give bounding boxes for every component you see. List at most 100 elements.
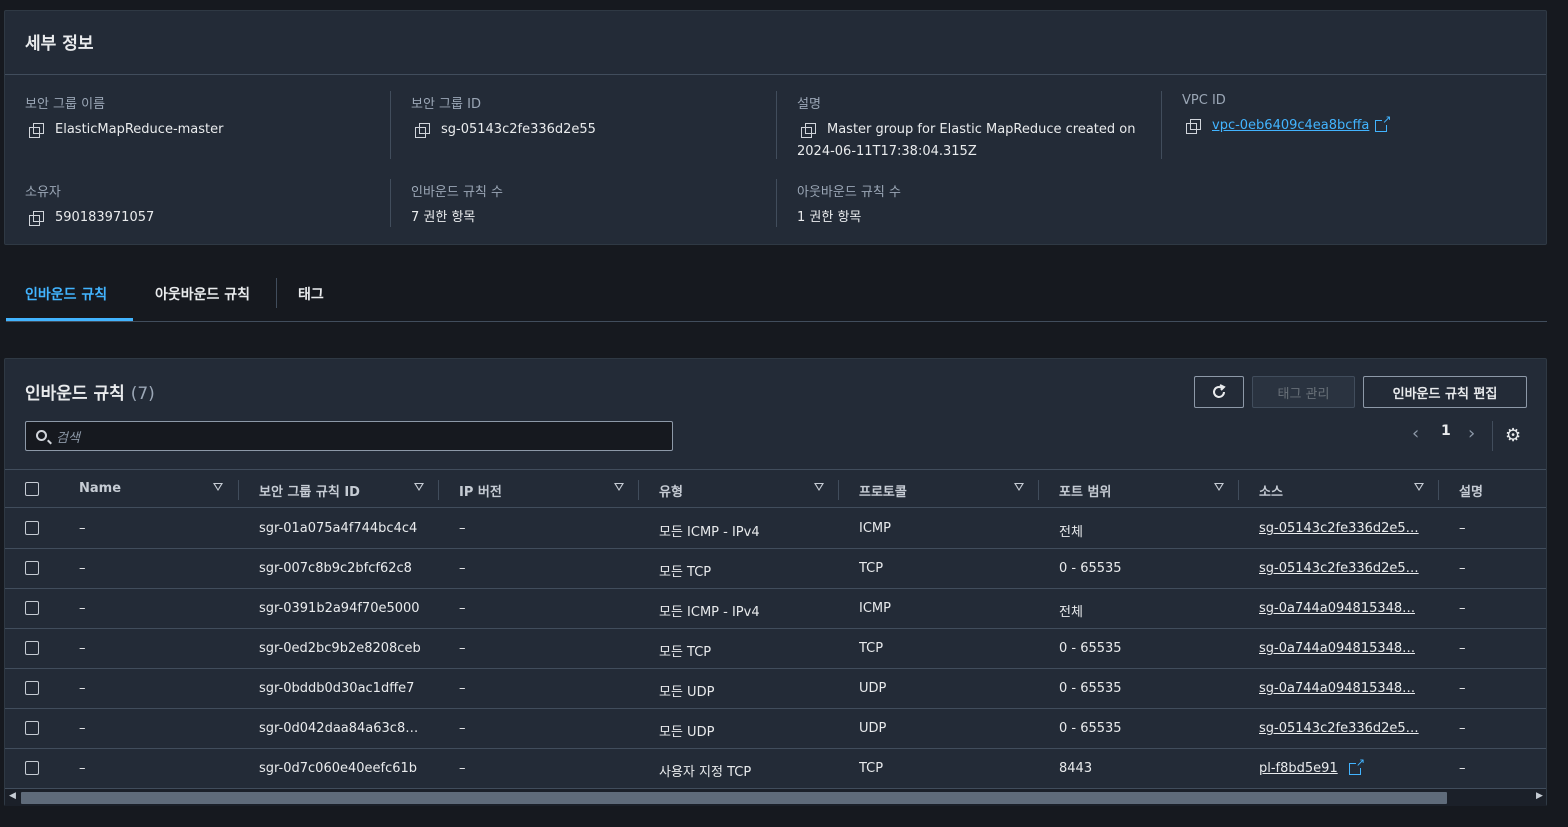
cell-id: sgr-0bddb0d30ac1dffe7 bbox=[259, 681, 415, 696]
copy-icon[interactable] bbox=[29, 123, 44, 138]
col-ip-version[interactable]: IP 버전 bbox=[459, 470, 502, 508]
sort-icon[interactable] bbox=[213, 483, 223, 491]
cell-id: sgr-0d7c060e40eefc61b bbox=[259, 761, 418, 776]
cell-protocol: TCP bbox=[859, 761, 884, 776]
vpc-link[interactable]: vpc-0eb6409c4ea8bcffa bbox=[1212, 115, 1369, 137]
cell-type: 모든 ICMP - IPv4 bbox=[659, 605, 760, 620]
cell-source[interactable]: sg-0a744a094815348… bbox=[1259, 629, 1415, 668]
sort-icon[interactable] bbox=[1214, 483, 1224, 491]
divider bbox=[390, 179, 391, 227]
col-description[interactable]: 설명 bbox=[1459, 470, 1483, 508]
col-divider bbox=[1238, 480, 1239, 500]
cell-desc: – bbox=[1459, 721, 1466, 736]
cell-name: – bbox=[79, 601, 86, 616]
row-checkbox[interactable] bbox=[25, 601, 39, 615]
col-source[interactable]: 소스 bbox=[1259, 470, 1283, 508]
pager-divider bbox=[1492, 421, 1493, 451]
detail-description: 설명 Master group for Elastic MapReduce cr… bbox=[797, 93, 1157, 163]
table-row[interactable]: – sgr-0d042daa84a63c8… – 모든 UDP UDP 0 - 65535… bbox=[5, 709, 1546, 749]
col-port-range[interactable]: 포트 범위 bbox=[1059, 470, 1111, 508]
col-divider bbox=[838, 480, 839, 500]
sort-icon[interactable] bbox=[614, 483, 624, 491]
detail-sg-name: 보안 그룹 이름 ElasticMapReduce-master bbox=[25, 93, 385, 141]
tab-outbound-rules[interactable]: 아웃바운드 규칙 bbox=[136, 270, 269, 321]
cell-id: sgr-0391b2a94f70e5000 bbox=[259, 601, 420, 616]
detail-sg-id: 보안 그룹 ID sg-05143c2fe336d2e55 bbox=[411, 93, 771, 141]
scrollbar-thumb[interactable] bbox=[21, 792, 1447, 804]
cell-ip: – bbox=[459, 681, 466, 696]
detail-label: 인바운드 규칙 수 bbox=[411, 185, 503, 200]
cell-source[interactable]: sg-0a744a094815348… bbox=[1259, 589, 1415, 628]
cell-ip: – bbox=[459, 561, 466, 576]
tab-inbound-rules[interactable]: 인바운드 규칙 bbox=[6, 270, 133, 321]
sort-icon[interactable] bbox=[814, 483, 824, 491]
row-checkbox[interactable] bbox=[25, 681, 39, 695]
cell-desc: – bbox=[1459, 561, 1466, 576]
cell-name: – bbox=[79, 681, 86, 696]
col-divider bbox=[1038, 480, 1039, 500]
table-row[interactable]: – sgr-007c8b9c2bfcf62c8 – 모든 TCP TCP 0 - 6553… bbox=[5, 549, 1546, 589]
select-all-checkbox[interactable] bbox=[25, 482, 39, 496]
search-input[interactable]: 검색 bbox=[25, 421, 673, 451]
external-link-icon bbox=[1349, 757, 1365, 775]
sort-icon[interactable] bbox=[1414, 483, 1424, 491]
scroll-right-arrow[interactable]: ▶ bbox=[1536, 791, 1543, 801]
tab-tags[interactable]: 태그 bbox=[279, 270, 343, 321]
divider bbox=[390, 91, 391, 159]
table-row[interactable]: – sgr-0bddb0d30ac1dffe7 – 모든 UDP UDP 0 - 6553… bbox=[5, 669, 1546, 709]
table-row[interactable]: – sgr-0d7c060e40eefc61b – 사용자 지정 TCP TCP 8443… bbox=[5, 749, 1546, 789]
copy-icon[interactable] bbox=[29, 211, 44, 226]
horizontal-scrollbar[interactable]: ◀ ▶ bbox=[5, 789, 1546, 806]
cell-desc: – bbox=[1459, 681, 1466, 696]
col-divider bbox=[1438, 480, 1439, 500]
divider bbox=[776, 179, 777, 227]
cell-source[interactable]: sg-05143c2fe336d2e5… bbox=[1259, 549, 1419, 588]
cell-protocol: TCP bbox=[859, 641, 884, 656]
cell-type: 모든 TCP bbox=[659, 645, 712, 660]
detail-value: 590183971057 bbox=[55, 210, 155, 225]
table-row[interactable]: – sgr-0ed2bc9b2e8208ceb – 모든 TCP TCP 0 - 6553… bbox=[5, 629, 1546, 669]
copy-icon[interactable] bbox=[1186, 119, 1201, 134]
cell-port: 전체 bbox=[1059, 605, 1083, 620]
table-row[interactable]: – sgr-0391b2a94f70e5000 – 모든 ICMP - IPv4 ICM… bbox=[5, 589, 1546, 629]
scroll-left-arrow[interactable]: ◀ bbox=[9, 791, 16, 801]
manage-tags-button[interactable]: 태그 관리 bbox=[1252, 376, 1355, 408]
cell-source[interactable]: sg-0a744a094815348… bbox=[1259, 669, 1415, 708]
cell-type: 모든 UDP bbox=[659, 725, 715, 740]
sort-icon[interactable] bbox=[1014, 483, 1024, 491]
col-rule-id[interactable]: 보안 그룹 규칙 ID bbox=[259, 470, 360, 508]
cell-type: 모든 ICMP - IPv4 bbox=[659, 525, 760, 540]
detail-value: sg-05143c2fe336d2e55 bbox=[441, 122, 596, 137]
row-checkbox[interactable] bbox=[25, 641, 39, 655]
chevron-right-icon[interactable]: › bbox=[1468, 423, 1475, 444]
cell-id: sgr-0d042daa84a63c8… bbox=[259, 721, 419, 736]
row-checkbox[interactable] bbox=[25, 561, 39, 575]
col-name[interactable]: Name bbox=[79, 470, 121, 508]
cell-port: 0 - 65535 bbox=[1059, 561, 1122, 576]
col-divider bbox=[438, 480, 439, 500]
cell-desc: – bbox=[1459, 761, 1466, 776]
row-checkbox[interactable] bbox=[25, 521, 39, 535]
copy-icon[interactable] bbox=[415, 123, 430, 138]
cell-protocol: UDP bbox=[859, 721, 887, 736]
row-checkbox[interactable] bbox=[25, 721, 39, 735]
sort-icon[interactable] bbox=[414, 483, 424, 491]
row-checkbox[interactable] bbox=[25, 761, 39, 775]
refresh-button[interactable] bbox=[1194, 376, 1244, 408]
cell-source[interactable]: sg-05143c2fe336d2e5… bbox=[1259, 709, 1419, 748]
gear-icon[interactable]: ⚙ bbox=[1505, 425, 1521, 446]
page-number[interactable]: 1 bbox=[1441, 423, 1451, 439]
col-protocol[interactable]: 프로토콜 bbox=[859, 470, 907, 508]
cell-port: 0 - 65535 bbox=[1059, 681, 1122, 696]
copy-icon[interactable] bbox=[801, 123, 816, 138]
cell-source[interactable]: sg-05143c2fe336d2e5… bbox=[1259, 509, 1419, 548]
col-divider bbox=[638, 480, 639, 500]
col-type[interactable]: 유형 bbox=[659, 470, 683, 508]
cell-id: sgr-01a075a4f744bc4c4 bbox=[259, 521, 418, 536]
detail-vpc-id: VPC ID vpc-0eb6409c4ea8bcffa bbox=[1182, 93, 1522, 137]
chevron-left-icon[interactable]: ‹ bbox=[1412, 423, 1419, 444]
cell-name: – bbox=[79, 641, 86, 656]
table-row[interactable]: – sgr-01a075a4f744bc4c4 – 모든 ICMP - IPv4 ICM… bbox=[5, 509, 1546, 549]
cell-source[interactable]: pl-f8bd5e91 bbox=[1259, 749, 1338, 788]
edit-inbound-rules-button[interactable]: 인바운드 규칙 편집 bbox=[1363, 376, 1527, 408]
